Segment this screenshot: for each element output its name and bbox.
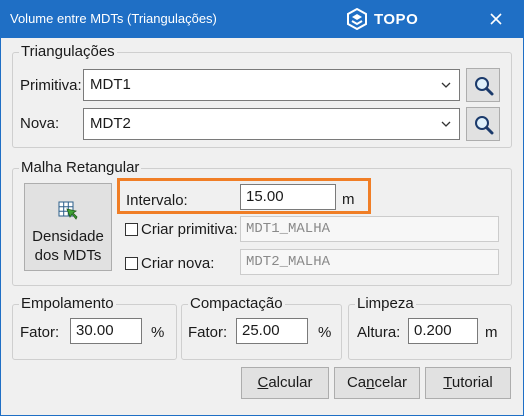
empolamento-unit: % [151, 324, 165, 341]
limpeza-altura-label: Altura: [357, 324, 401, 341]
brand-text: TOPO [374, 10, 419, 28]
malha-legend: Malha Retangular [19, 159, 142, 177]
criar-primitiva-label[interactable]: Criar primitiva: [141, 221, 238, 239]
primitiva-search-button[interactable] [466, 68, 500, 102]
criar-nova-input[interactable]: MDT2_MALHA [240, 249, 499, 275]
primitiva-combo[interactable]: MDT1 [83, 69, 460, 101]
triangulacoes-legend: Triangulações [19, 43, 117, 61]
densidade-label-line1: Densidade [32, 228, 104, 245]
compactacao-unit: % [318, 324, 332, 341]
search-icon [475, 77, 494, 96]
primitiva-combo-value: MDT1 [90, 76, 131, 93]
tutorial-button[interactable]: Tutorial [425, 367, 511, 399]
cancelar-label-post: celar [374, 374, 408, 391]
criar-nova-checkbox[interactable] [125, 257, 138, 270]
limpeza-altura-input[interactable]: 0.200 [408, 318, 478, 344]
densidade-button[interactable]: Densidade dos MDTs [24, 183, 112, 271]
tutorial-mnemonic: T [443, 374, 452, 391]
close-icon[interactable] [486, 9, 506, 29]
cancelar-mnemonic: n [366, 374, 375, 391]
compactacao-legend: Compactação [188, 295, 285, 313]
calcular-label-post: alcular [268, 374, 313, 391]
cancelar-label-pre: Ca [346, 374, 367, 391]
brand-logo: TOPO [346, 8, 418, 30]
chevron-down-icon [441, 82, 451, 88]
criar-primitiva-input[interactable]: MDT1_MALHA [240, 216, 499, 242]
empolamento-fator-label: Fator: [20, 324, 60, 341]
criar-primitiva-checkbox[interactable] [125, 223, 138, 236]
intervalo-unit: m [342, 191, 355, 208]
calcular-button[interactable]: Calcular [241, 367, 329, 399]
empolamento-legend: Empolamento [19, 295, 116, 313]
limpeza-unit: m [485, 324, 498, 341]
grid-density-icon [58, 201, 78, 220]
nova-combo[interactable]: MDT2 [83, 108, 460, 140]
topo-logo-icon [347, 8, 367, 30]
title-bar: Volume entre MDTs (Triangulações) TOPO [0, 0, 524, 38]
search-icon [475, 116, 494, 135]
nova-label: Nova: [20, 115, 60, 132]
limpeza-legend: Limpeza [355, 295, 416, 313]
tutorial-label-post: utorial [451, 374, 493, 391]
cancelar-button[interactable]: Cancelar [334, 367, 420, 399]
chevron-down-icon [441, 121, 451, 127]
nova-combo-value: MDT2 [90, 115, 131, 132]
calcular-mnemonic: C [257, 374, 269, 391]
compactacao-fator-input[interactable]: 25.00 [236, 318, 308, 344]
intervalo-label: Intervalo: [126, 192, 188, 209]
intervalo-input[interactable]: 15.00 [240, 184, 336, 210]
compactacao-fator-label: Fator: [188, 324, 228, 341]
empolamento-fator-input[interactable]: 30.00 [70, 318, 142, 344]
window-title: Volume entre MDTs (Triangulações) [10, 11, 217, 26]
densidade-label-line2: dos MDTs [34, 247, 102, 264]
primitiva-label: Primitiva: [20, 77, 82, 94]
nova-search-button[interactable] [466, 107, 500, 141]
criar-nova-label[interactable]: Criar nova: [141, 255, 214, 273]
